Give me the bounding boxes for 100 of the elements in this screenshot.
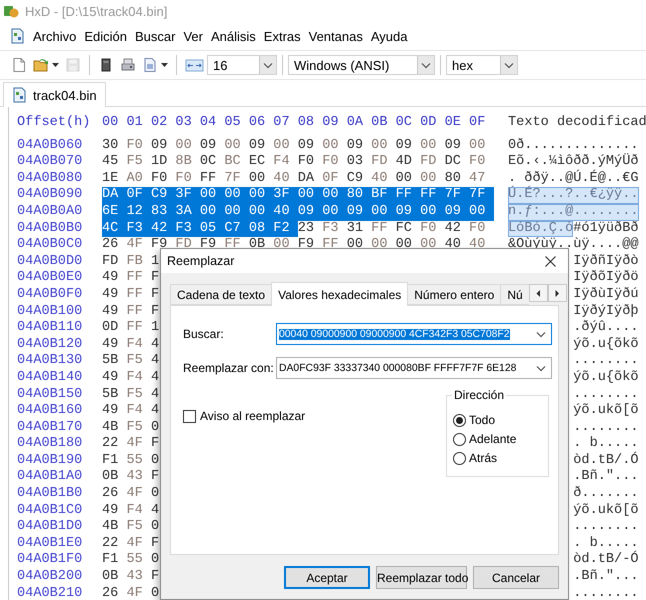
dialog-button[interactable]: Cancelar xyxy=(473,566,559,589)
hex-byte: 00 xyxy=(371,138,388,154)
menu-item[interactable]: Ventanas xyxy=(304,26,367,46)
hex-byte: F xyxy=(150,286,160,304)
hex-byte: FF xyxy=(371,220,388,238)
hex-byte: 5B xyxy=(102,386,120,404)
hex-byte: 40 xyxy=(469,237,486,254)
hex-byte: 30 xyxy=(102,138,120,154)
hex-byte: 4 xyxy=(150,370,160,386)
offset-label: 04A0B0A0 xyxy=(16,204,84,221)
hex-byte: F0 xyxy=(469,220,486,238)
menu-item[interactable]: Ver xyxy=(179,26,207,46)
hex-byte: F xyxy=(150,304,160,320)
hex-byte: 4F xyxy=(126,237,144,254)
combo-box[interactable]: 00040 09000900 09000900 4CF342F3 05C708F2 xyxy=(276,323,552,345)
hex-byte: 00 xyxy=(224,138,242,154)
hex-byte: 4 xyxy=(150,502,160,520)
menu-item[interactable]: Archivo xyxy=(29,26,80,46)
hex-byte: 0 xyxy=(150,586,160,600)
decoded-text: ........ xyxy=(573,586,639,600)
menu-item[interactable]: Análisis xyxy=(206,26,260,46)
column-header: 01 xyxy=(126,115,144,132)
hex-byte: 00 xyxy=(322,187,347,204)
decoded-text: ýõ.ukõ[õ xyxy=(573,502,639,520)
column-header: 02 xyxy=(150,115,168,132)
menu-item[interactable]: Extras xyxy=(260,26,305,46)
hex-byte: 4 xyxy=(150,353,160,370)
column-header: 0B xyxy=(371,115,388,132)
dialog-tab[interactable]: Número entero xyxy=(408,284,500,305)
hex-byte: F0 xyxy=(322,154,340,171)
radio-button[interactable] xyxy=(453,432,466,446)
field-label: Buscar: xyxy=(183,327,225,341)
hex-byte: 00 xyxy=(420,237,438,254)
radio-label[interactable]: Todo xyxy=(469,413,496,427)
hex-byte: F xyxy=(150,536,160,552)
hex-byte: 00 xyxy=(420,138,438,154)
hex-byte: C7 xyxy=(224,220,249,238)
checkbox[interactable] xyxy=(183,410,196,422)
offset-label: 04A0B130 xyxy=(16,353,84,370)
hex-byte: 1 xyxy=(150,320,160,337)
dialog-button[interactable]: Aceptar xyxy=(284,566,370,589)
hex-byte: 40 xyxy=(273,170,291,188)
dialog-tab[interactable]: Valores hexadecimales xyxy=(271,282,408,306)
column-header: 0A xyxy=(346,115,364,132)
decoded-text: Eõ.‹.¼ìôðð.ýMýÜð xyxy=(508,154,639,170)
hex-byte: FD xyxy=(371,154,388,171)
hex-byte: F4 xyxy=(273,154,291,171)
hex-byte: F9 xyxy=(298,237,316,254)
hex-byte: 00 xyxy=(200,187,224,204)
dialog-title: Reemplazar xyxy=(167,254,236,268)
radio-label[interactable]: Atrás xyxy=(469,451,498,465)
combo-box[interactable]: DA0FC93F 33337340 000080BF FFFF7F7F 6E128 xyxy=(276,357,552,379)
chevron-down-icon xyxy=(503,60,515,70)
hex-byte: A0 xyxy=(126,170,144,188)
document-tab[interactable]: track04.bin xyxy=(3,82,106,107)
radio-label[interactable]: Adelante xyxy=(469,432,516,446)
close-icon xyxy=(544,256,556,266)
menu-item[interactable]: Ayuda xyxy=(366,26,412,46)
hex-byte: FF xyxy=(420,187,445,204)
hex-byte: DA xyxy=(298,170,316,188)
offset-label: 04A0B110 xyxy=(16,320,84,337)
hex-byte: F0 xyxy=(420,220,438,238)
tab-scroll-left-button[interactable] xyxy=(528,284,548,302)
dialog-tab[interactable]: Cadena de texto xyxy=(170,284,272,305)
offset-label: 04A0B0D0 xyxy=(16,254,84,270)
radio-button[interactable] xyxy=(453,414,466,426)
decoded-text: . b..... xyxy=(573,536,639,551)
hex-byte: 49 xyxy=(102,286,120,304)
combo-box[interactable]: hex xyxy=(446,55,518,75)
combo-box[interactable]: 16 xyxy=(207,55,277,75)
hex-byte: 7F xyxy=(469,187,494,204)
offset-label: 04A0B080 xyxy=(16,170,84,188)
offset-label: 04A0B1C0 xyxy=(16,502,84,520)
menu-item[interactable]: Edición xyxy=(80,26,131,46)
radio-button[interactable] xyxy=(453,452,466,464)
hex-byte: 4F xyxy=(126,436,144,453)
hex-byte: F5 xyxy=(126,519,144,536)
hex-byte: 0B xyxy=(102,469,120,486)
decoded-text: ýõ.u{õkõ xyxy=(573,370,639,386)
page-icon xyxy=(142,57,158,73)
hex-byte: 00 xyxy=(371,204,396,221)
menu-item[interactable]: Buscar xyxy=(131,26,180,46)
decoded-text: òd.tB/-Ó xyxy=(573,552,639,569)
hex-byte: 80 xyxy=(346,187,372,204)
combo-box[interactable]: Windows (ANSI) xyxy=(288,55,435,75)
hex-byte: 0F xyxy=(126,187,151,204)
hex-byte: F1 xyxy=(102,452,120,470)
chevron-down-icon xyxy=(535,329,547,339)
triangle-right-icon xyxy=(554,290,560,296)
offset-label: 04A0B0F0 xyxy=(16,286,84,304)
offset-label: 04A0B0E0 xyxy=(16,270,84,287)
checkbox-label[interactable]: Aviso al reemplazar xyxy=(200,409,306,423)
group-title: Dirección xyxy=(452,388,506,402)
hex-byte: 08 xyxy=(248,220,274,238)
hex-byte: FF xyxy=(396,187,420,204)
dialog-button[interactable]: Reemplazar todo xyxy=(376,566,467,589)
app-icon xyxy=(3,4,19,18)
tab-scroll-right-button[interactable] xyxy=(548,284,567,302)
window-title: HxD - [D:\15\track04.bin] xyxy=(25,4,168,18)
dialog-tab[interactable]: Nú xyxy=(500,284,529,305)
